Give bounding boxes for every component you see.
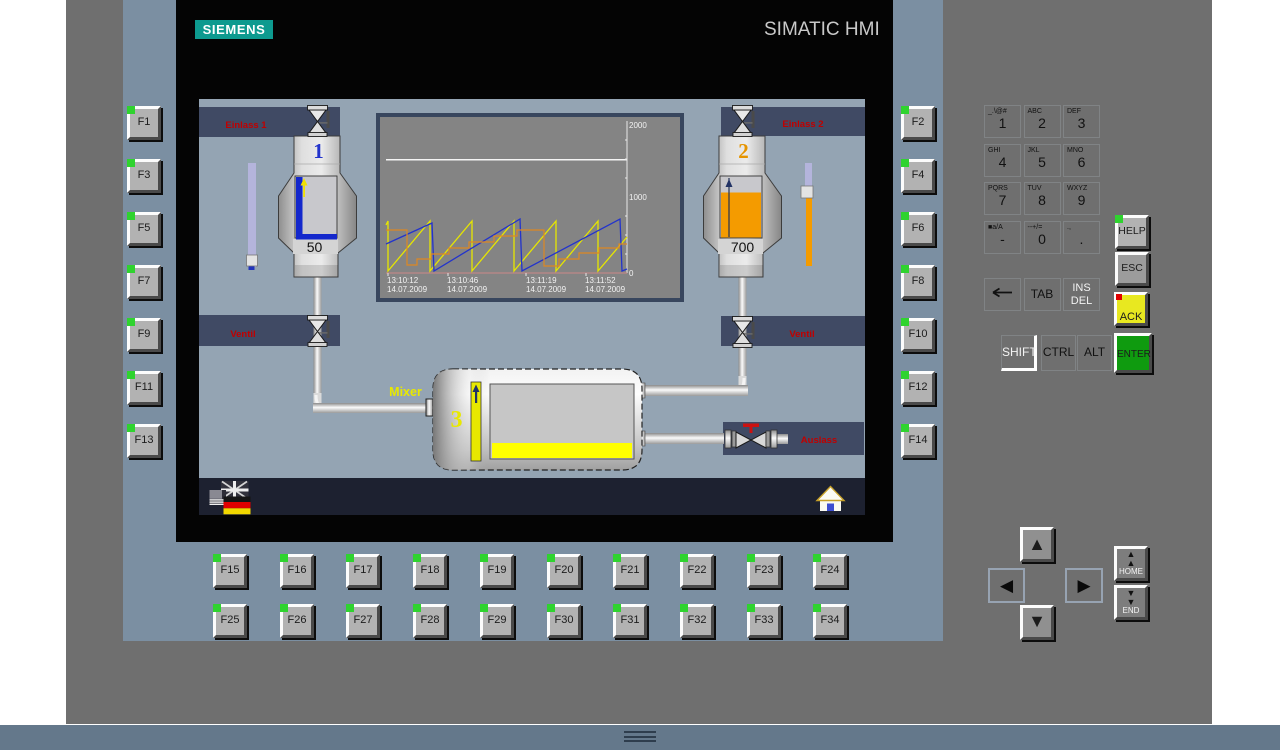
svg-text:0: 0 (629, 269, 634, 278)
svg-text:50: 50 (307, 239, 323, 255)
svg-text:Ventil: Ventil (789, 329, 814, 340)
svg-text:3: 3 (451, 407, 463, 433)
svg-text:13:10:46: 13:10:46 (447, 276, 479, 285)
svg-text:Einlass 2: Einlass 2 (782, 119, 823, 130)
svg-text:14.07.2009: 14.07.2009 (585, 285, 626, 294)
svg-text:Einlass 1: Einlass 1 (225, 120, 267, 131)
svg-text:13:11:19: 13:11:19 (526, 276, 557, 285)
svg-text:14.07.2009: 14.07.2009 (387, 285, 428, 294)
svg-text:13:11:52: 13:11:52 (585, 276, 616, 285)
svg-text:1000: 1000 (629, 193, 647, 202)
svg-text:Ventil: Ventil (230, 329, 255, 340)
svg-text:1: 1 (313, 139, 324, 163)
svg-text:Auslass: Auslass (801, 435, 837, 446)
svg-text:2000: 2000 (629, 121, 647, 130)
svg-text:14.07.2009: 14.07.2009 (526, 285, 567, 294)
svg-text:2: 2 (738, 139, 749, 163)
svg-text:700: 700 (731, 239, 755, 255)
svg-text:13:10:12: 13:10:12 (387, 276, 419, 285)
svg-text:14.07.2009: 14.07.2009 (447, 285, 488, 294)
svg-text:Mixer: Mixer (389, 385, 422, 399)
